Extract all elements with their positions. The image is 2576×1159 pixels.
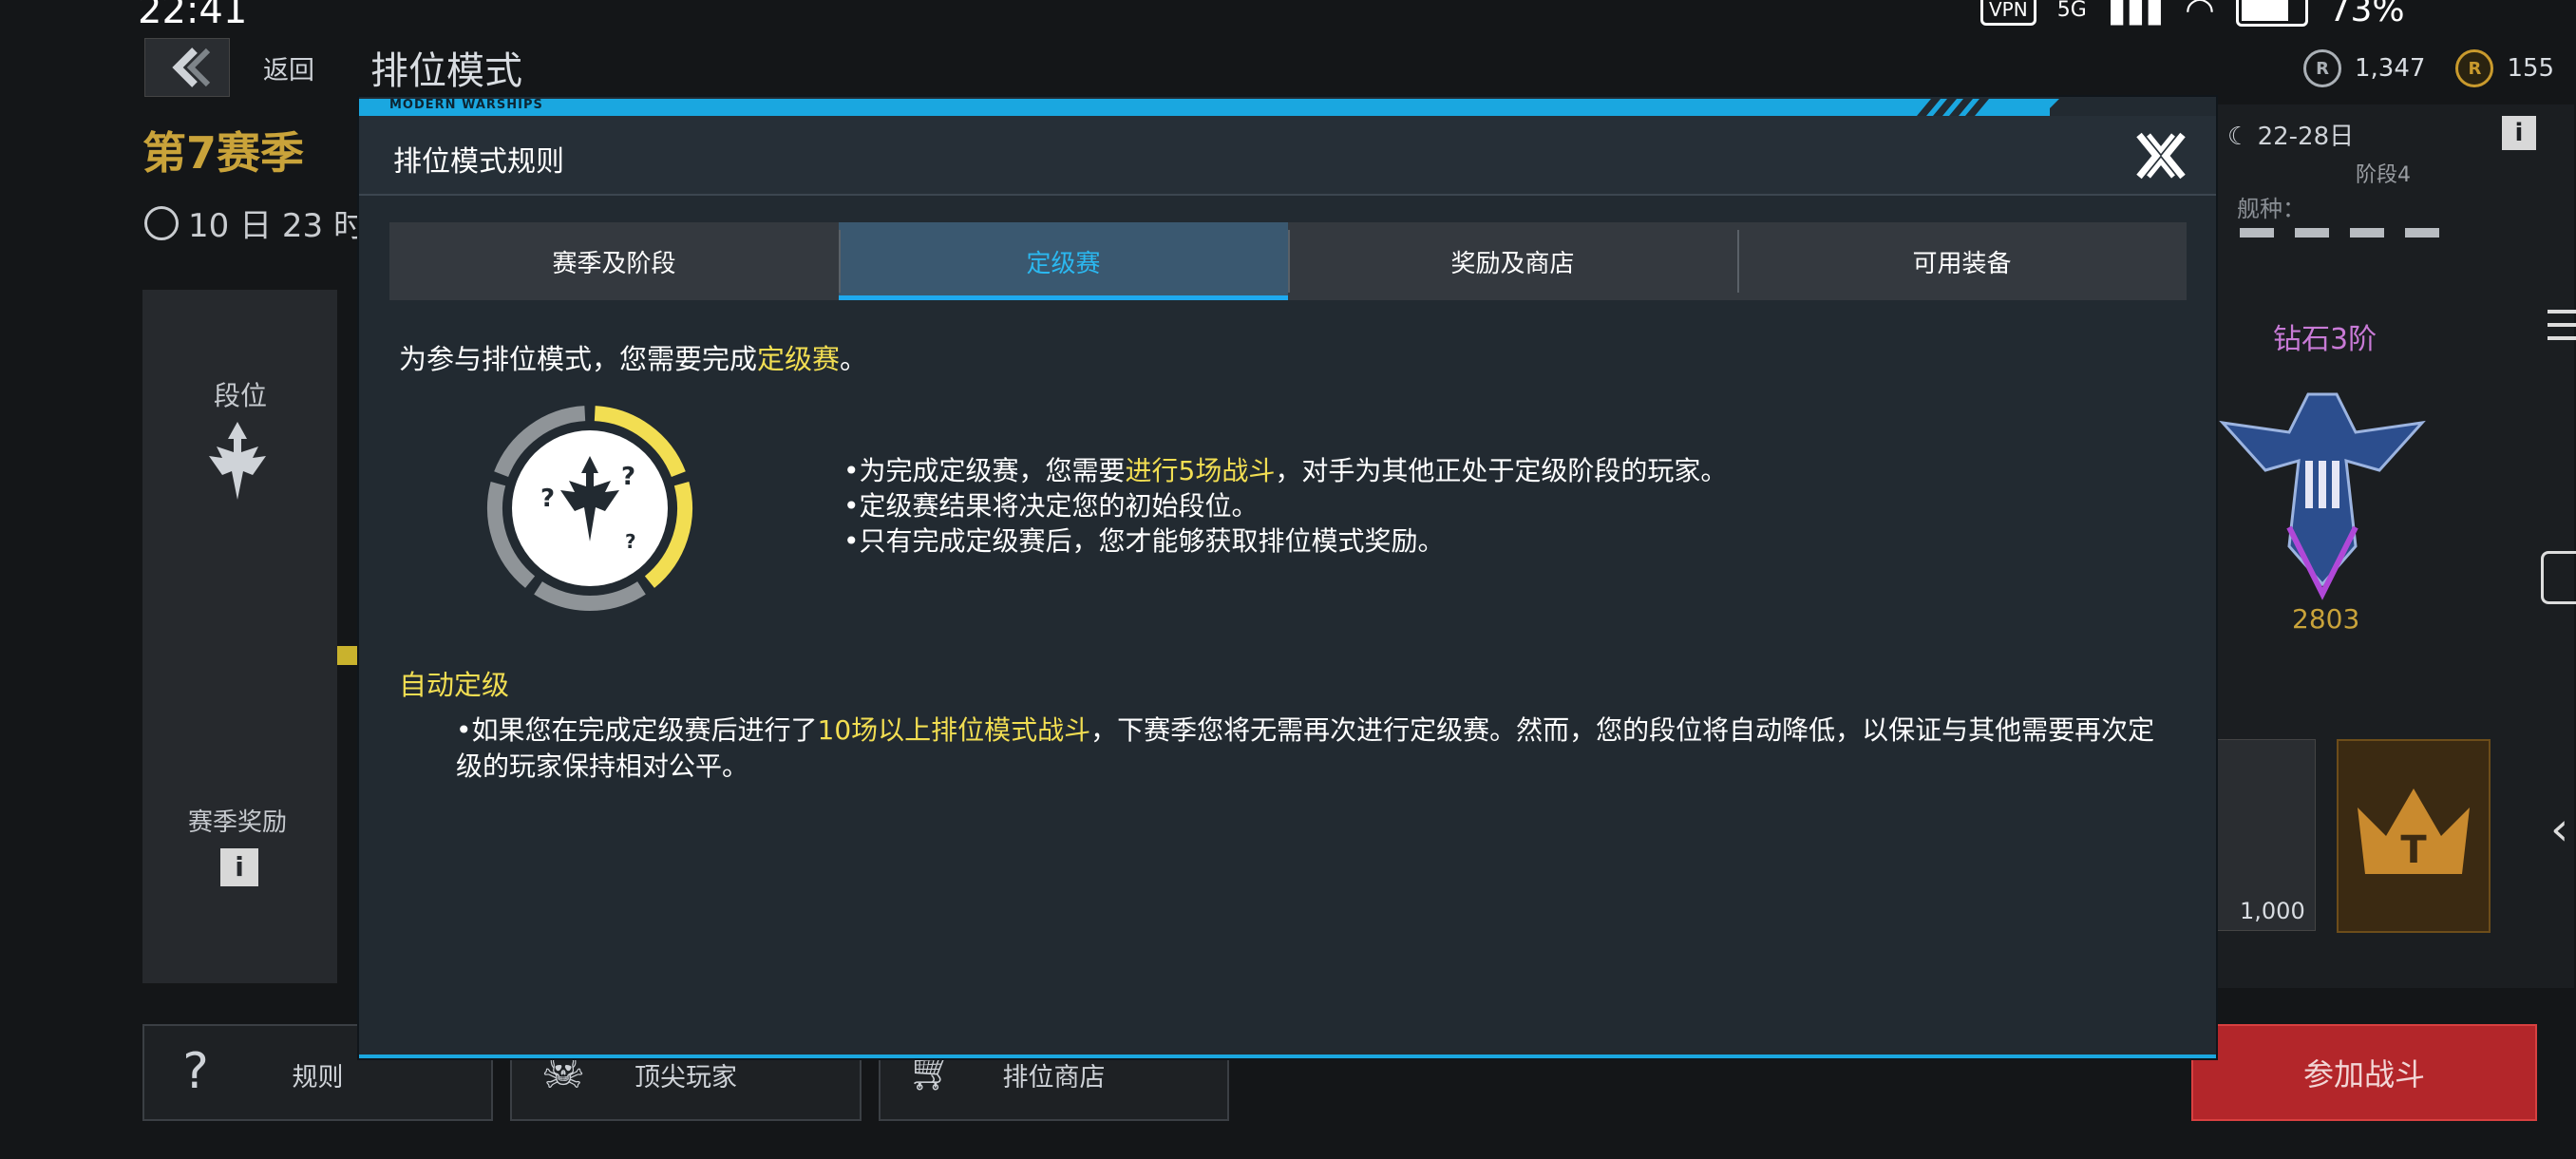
tab-bar: 赛季及阶段 定级赛 奖励及商店 可用装备	[389, 222, 2187, 300]
reward-card-amount: 1,000	[2240, 898, 2305, 924]
placement-progress-ring: ? ? ?	[487, 406, 692, 611]
progress-marker	[337, 646, 361, 665]
ship-icon	[2240, 228, 2274, 238]
gold-coin-icon: R	[2455, 49, 2494, 87]
ring-mark: ?	[625, 530, 636, 553]
top-players-label: 顶尖玩家	[635, 1063, 737, 1092]
battery-percent: 73%	[2328, 0, 2405, 29]
ship-icon	[2405, 228, 2439, 238]
status-icons: VPN 5G ▮▮▮ ◠ 73%	[1980, 0, 2405, 29]
info-icon[interactable]: i	[220, 848, 258, 886]
stage-info-icon[interactable]: i	[2502, 116, 2536, 150]
dates-text: 22-28日	[2257, 123, 2355, 151]
bullet-1-suffix: ，对手为其他正处于定级阶段的玩家。	[1275, 455, 1728, 486]
reward-card-crown[interactable]: T	[2337, 739, 2491, 933]
ring-mark: ?	[540, 484, 555, 513]
season-rewards-label: 赛季奖励	[188, 808, 288, 837]
rules-label: 规则	[292, 1063, 344, 1092]
ring-mark: ?	[621, 463, 635, 491]
auto-placement-text: •如果您在完成定级赛后进行了10场以上排位模式战斗，下赛季您将无需再次进行定级赛…	[456, 712, 2166, 785]
rank-label: 段位	[214, 380, 268, 411]
timer-icon	[144, 205, 179, 240]
close-icon[interactable]	[2135, 131, 2187, 180]
season-title: 第7赛季	[142, 127, 305, 179]
currency-bar: R 1,347 R 155	[2303, 49, 2554, 87]
chevron-left-icon	[172, 48, 211, 87]
timer-text: 10 日 23 时	[188, 207, 366, 245]
status-bar: 22:41 VPN 5G ▮▮▮ ◠ 73%	[0, 0, 2576, 32]
rules-modal: MODERN WARSHIPS 排位模式规则 赛季及阶段 定级赛 奖励及商店 可…	[359, 97, 2216, 1058]
intro-text: 为参与排位模式，您需要完成定级赛。	[399, 337, 867, 377]
modal-bottom-line	[359, 1054, 2216, 1058]
auto-highlight: 10场以上排位模式战斗	[817, 714, 1091, 746]
modal-top-stripe	[359, 99, 2059, 116]
vpn-icon: VPN	[1980, 0, 2036, 26]
ship-icon	[2350, 228, 2384, 238]
ship-icon	[2295, 228, 2329, 238]
currency-1-amount: 1,347	[2355, 54, 2426, 83]
modal-header	[359, 116, 2216, 196]
auto-prefix: •如果您在完成定级赛后进行了	[456, 714, 818, 746]
menu-icon[interactable]	[2538, 302, 2576, 350]
side-tab-icon[interactable]	[2541, 551, 2576, 604]
chevron-left-edge-icon[interactable]: ‹	[2550, 803, 2568, 856]
svg-text:T: T	[2400, 828, 2427, 872]
battery-icon	[2235, 0, 2308, 27]
crown-icon: T	[2358, 788, 2470, 874]
tab-seasons-stages[interactable]: 赛季及阶段	[389, 222, 839, 300]
placement-bullets: •为完成定级赛，您需要进行5场战斗，对手为其他正处于定级阶段的玩家。 •定级赛结…	[843, 453, 1727, 559]
season-timer: 10 日 23 时	[144, 200, 366, 246]
diamond-rank-emblem	[2219, 392, 2426, 600]
page-title: 排位模式	[370, 49, 522, 93]
intro-prefix: 为参与排位模式，您需要完成	[399, 343, 758, 375]
bullet-2: •定级赛结果将决定您的初始段位。	[843, 490, 1259, 522]
currency-2-amount: 155	[2507, 54, 2555, 83]
status-time: 22:41	[138, 0, 248, 32]
rank-name: 钻石3阶	[2273, 323, 2377, 356]
intro-highlight: 定级赛	[757, 343, 841, 375]
modal-title: 排位模式规则	[393, 145, 564, 179]
bullet-1-highlight: 进行5场战斗	[1125, 455, 1276, 486]
back-label[interactable]: 返回	[263, 49, 314, 86]
wifi-icon: ◠	[2185, 0, 2215, 29]
bullet-1: •为完成定级赛，您需要进行5场战斗，对手为其他正处于定级阶段的玩家。	[843, 453, 1727, 488]
silver-coin-icon: R	[2303, 49, 2341, 87]
tab-rewards-shop[interactable]: 奖励及商店	[1288, 222, 1737, 300]
tab-available-equipment[interactable]: 可用装备	[1737, 222, 2187, 300]
intro-suffix: 。	[840, 343, 868, 375]
bullet-1-prefix: •为完成定级赛，您需要	[843, 455, 1126, 486]
network-label: 5G	[2056, 0, 2087, 22]
stage-label: 阶段4	[2356, 163, 2411, 187]
back-button[interactable]	[144, 38, 230, 97]
rank-score: 2803	[2292, 603, 2360, 635]
stage-dates: ☾ 22-28日	[2227, 117, 2354, 152]
bullet-3: •只有完成定级赛后，您才能够获取排位模式奖励。	[843, 525, 1445, 557]
ring-segment	[534, 581, 646, 611]
brand-label: MODERN WARSHIPS	[389, 98, 543, 112]
ranked-shop-label: 排位商店	[1002, 1063, 1106, 1092]
ship-class-label: 舰种：	[2237, 196, 2305, 222]
auto-placement-title: 自动定级	[399, 669, 510, 701]
trident-rank-icon	[209, 422, 266, 500]
ship-class-icons	[2240, 228, 2439, 238]
signal-icon: ▮▮▮	[2107, 0, 2165, 29]
join-battle-button[interactable]: 参加战斗	[2191, 1024, 2537, 1121]
tab-placement-matches[interactable]: 定级赛	[839, 222, 1288, 300]
moon-icon: ☾	[2227, 123, 2250, 151]
